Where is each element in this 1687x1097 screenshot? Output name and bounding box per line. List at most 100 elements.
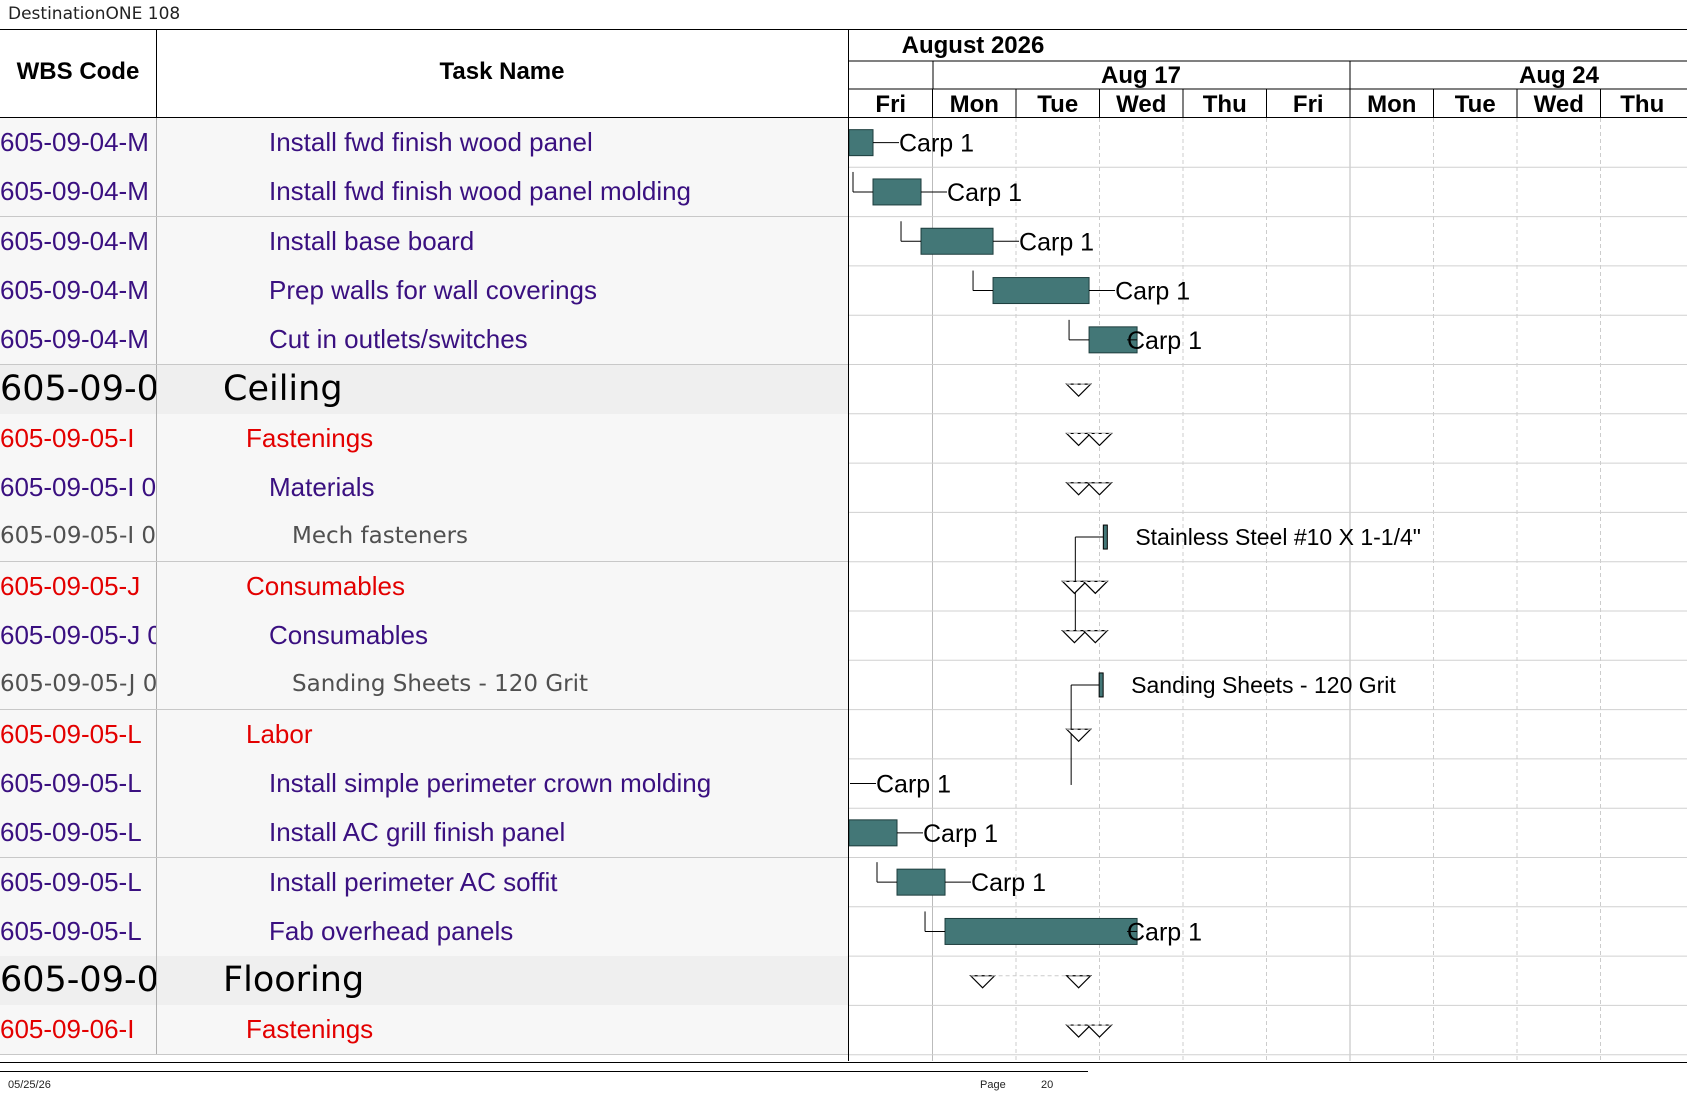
footer-page-label: Page [980, 1079, 1006, 1091]
footer-rule [0, 1071, 1088, 1072]
wbs-code-cell: 605-09-05 [0, 364, 157, 414]
task-name-cell: Install base board [269, 225, 475, 256]
table-row[interactable]: 605-09-06-I Fastenings [0, 1005, 848, 1056]
task-bar [944, 917, 1138, 945]
task-name-cell: Consumables [269, 620, 428, 650]
timescale-day: Thu [1620, 91, 1664, 118]
task-bar [920, 227, 994, 255]
summary-marker [1086, 1024, 1113, 1038]
timescale-week: Aug 24 [1519, 62, 1600, 89]
wbs-code-cell: 605-09-05-I 01 [0, 512, 157, 562]
resource-label: Carp 1 [923, 820, 998, 848]
summary-marker [1081, 580, 1109, 595]
task-name-cell: Consumables [246, 570, 405, 601]
resource-label: Carp 1 [1115, 278, 1190, 306]
timescale-day: Mon [1367, 91, 1416, 118]
table-row[interactable]: 605-09-04-M Prep walls for wall coverings [0, 265, 848, 316]
wbs-code-cell: 605-09-05-J [0, 561, 157, 611]
material-label: Sanding Sheets - 120 Grit [1131, 672, 1396, 698]
task-name-cell: Materials [269, 472, 375, 503]
wbs-code-cell: 605-09-04-M [0, 315, 157, 365]
table-row[interactable]: 605-09-05-J 0 Consumables [0, 611, 848, 661]
wbs-code-cell: 605-09-04-M [0, 216, 157, 266]
timescale-day: Tue [1037, 91, 1078, 118]
task-name-cell: Flooring [223, 960, 365, 1001]
summary-row[interactable]: 605-09-06 Flooring [0, 956, 848, 1007]
summary-marker [1065, 975, 1093, 989]
wbs-code-cell: 605-09-05-L [0, 808, 157, 858]
task-bar [896, 868, 946, 896]
wbs-code-cell: 605-09-04-M [0, 167, 157, 217]
timescale-day: Fri [1293, 91, 1324, 118]
resource-label: Carp 1 [876, 771, 951, 799]
summary-marker [1065, 1024, 1093, 1038]
table-row[interactable]: 605-09-05-I 01 Mech fasteners [0, 512, 848, 563]
resource-label: Carp 1 [947, 179, 1022, 207]
task-bar [849, 129, 874, 157]
task-bar [992, 277, 1090, 305]
task-name-cell: Ceiling [223, 368, 343, 409]
table-row[interactable]: 605-09-04-M Install base board [0, 216, 848, 267]
task-name-cell: Install fwd finish wood panel molding [269, 176, 692, 207]
task-name-cell: Sanding Sheets - 120 Grit [292, 671, 589, 698]
summary-marker [1065, 482, 1093, 496]
timescale-day: Fri [875, 91, 906, 118]
wbs-code-cell: 605-09-05-L [0, 857, 157, 907]
timescale-day: Wed [1116, 91, 1166, 118]
wbs-code-cell: 605-09-05-L [0, 906, 157, 956]
wbs-code-cell: 605-09-05-L [0, 758, 157, 808]
column-header-wbs[interactable]: WBS Code [0, 58, 156, 86]
wbs-code-cell: 605-09-06 [0, 956, 157, 1006]
task-name-cell: Install fwd finish wood panel [269, 127, 593, 157]
wbs-code-cell: 605-09-04-M [0, 265, 157, 315]
summary-marker [1065, 432, 1093, 447]
document-title: DestinationONE 108 [8, 4, 181, 24]
table-row[interactable]: 605-09-05-I Fastenings [0, 413, 848, 464]
milestone-bar [1102, 524, 1108, 550]
wbs-code-cell: 605-09-06-I [0, 1005, 157, 1055]
footer-date: 05/25/26 [8, 1079, 51, 1091]
summary-marker [1061, 580, 1088, 595]
summary-marker [969, 975, 997, 989]
task-name-cell: Labor [246, 718, 313, 749]
task-name-cell: Fab overhead panels [269, 915, 514, 946]
task-name-cell: Mech fasteners [292, 523, 469, 550]
table-row[interactable]: 605-09-05-L Install AC grill finish panel [0, 808, 848, 859]
task-name-cell: Install perimeter AC soffit [269, 866, 558, 897]
table-row[interactable]: 605-09-05-I 0 Materials [0, 463, 848, 514]
table-row[interactable]: 605-09-05-L Install perimeter AC soffit [0, 857, 848, 908]
milestone-bar [1098, 672, 1104, 698]
table-row[interactable]: 605-09-04-M Install fwd finish wood panel [0, 118, 848, 168]
table-row[interactable]: 605-09-05-L Labor [0, 709, 848, 760]
timescale-month: August 2026 [902, 32, 1045, 59]
summary-marker [1061, 630, 1088, 644]
task-bar [872, 178, 922, 206]
summary-marker [1086, 432, 1113, 447]
timescale-day: Tue [1455, 91, 1496, 118]
table-row[interactable]: 605-09-04-M Install fwd finish wood panel… [0, 167, 848, 218]
summary-marker [1065, 383, 1093, 397]
table-row[interactable]: 605-09-05-J 01 Sanding Sheets - 120 Grit [0, 660, 848, 711]
table-row[interactable]: 605-09-04-M Cut in outlets/switches [0, 315, 848, 366]
table-row[interactable]: 605-09-05-L Fab overhead panels [0, 906, 848, 957]
summary-row[interactable]: 605-09-05 Ceiling [0, 364, 848, 415]
wbs-code-cell: 605-09-05-J 0 [0, 611, 157, 660]
table-row[interactable]: 605-09-05-J Consumables [0, 561, 848, 612]
column-header-task[interactable]: Task Name [157, 58, 847, 86]
table-row[interactable]: 605-09-05-L Install simple perimeter crow… [0, 758, 848, 809]
resource-label: Carp 1 [1127, 918, 1202, 946]
task-name-cell: Prep walls for wall coverings [269, 274, 598, 305]
summary-marker [1081, 630, 1109, 644]
resource-label: Carp 1 [899, 130, 974, 158]
wbs-code-cell: 605-09-05-J 01 [0, 660, 157, 710]
task-name-cell: Fastenings [246, 1014, 374, 1045]
wbs-code-cell: 605-09-04-M [0, 118, 157, 167]
task-name-cell: Install AC grill finish panel [269, 817, 566, 848]
timescale-day: Mon [950, 91, 999, 118]
task-name-cell: Fastenings [246, 422, 374, 453]
resource-label: Carp 1 [1127, 327, 1202, 355]
gantt-chart: August 2026 Aug 17 Aug 24 Fri Mon Tue Wed Thu Fr… [849, 32, 1687, 1061]
timescale-week: Aug 17 [1101, 62, 1181, 89]
footer-page-number: 20 [1041, 1079, 1054, 1091]
task-name-cell: Cut in outlets/switches [269, 324, 528, 355]
